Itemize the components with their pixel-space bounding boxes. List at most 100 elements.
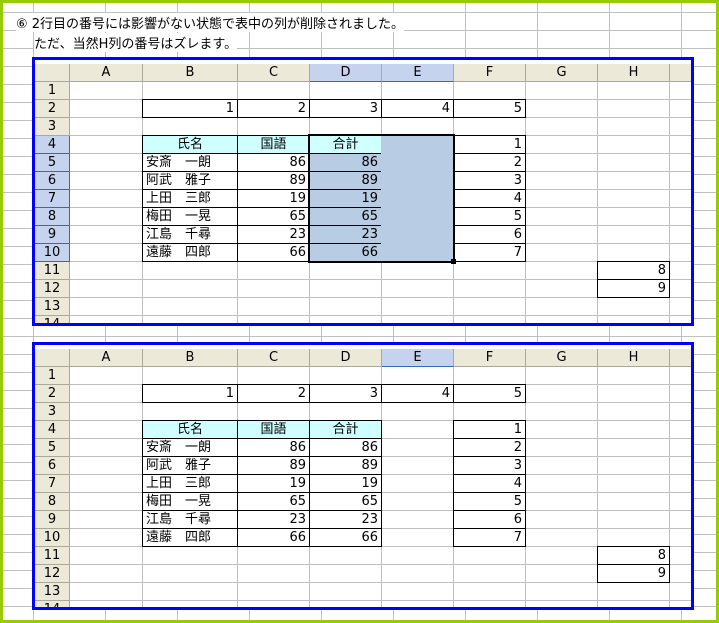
grid-cell[interactable] [382, 421, 454, 439]
row-header-6[interactable]: 6 [35, 172, 70, 190]
cell-E9[interactable] [381, 225, 454, 244]
grid-cell[interactable] [70, 601, 143, 607]
grid-cell[interactable] [143, 82, 238, 100]
cell-C10[interactable]: 66 [237, 528, 310, 547]
grid-cell[interactable] [526, 475, 598, 493]
cell-B6[interactable]: 阿武 雅子 [142, 456, 238, 475]
grid-cell[interactable] [526, 565, 598, 583]
grid-cell[interactable] [382, 298, 454, 316]
grid-cell[interactable] [526, 262, 598, 280]
cell-C9[interactable]: 23 [237, 225, 310, 244]
column-header-D[interactable]: D [310, 64, 382, 82]
cell-F7[interactable]: 4 [453, 474, 526, 493]
cell-B10[interactable]: 遠藤 四郎 [142, 528, 238, 547]
grid-cell[interactable] [670, 547, 691, 565]
cell-D10[interactable]: 66 [309, 243, 382, 262]
grid-cell[interactable] [670, 439, 691, 457]
cell-E4[interactable] [381, 135, 454, 154]
grid-cell[interactable] [598, 367, 670, 385]
grid-cell[interactable] [526, 385, 598, 403]
column-header-D[interactable]: D [310, 349, 382, 367]
cell-C7[interactable]: 19 [237, 474, 310, 493]
grid-cell[interactable] [598, 457, 670, 475]
column-header-F[interactable]: F [454, 64, 526, 82]
grid-cell[interactable] [70, 511, 143, 529]
cell-D8[interactable]: 65 [309, 207, 382, 226]
grid-cell[interactable] [70, 100, 143, 118]
cell-E10[interactable] [381, 243, 454, 262]
grid-cell[interactable] [526, 298, 598, 316]
grid-cell[interactable] [70, 529, 143, 547]
grid-cell[interactable] [70, 190, 143, 208]
row-header-2[interactable]: 2 [35, 385, 70, 403]
grid-cell[interactable] [382, 601, 454, 607]
cell-B2[interactable]: 1 [142, 384, 238, 403]
grid-cell[interactable] [143, 298, 238, 316]
grid-cell[interactable] [382, 316, 454, 323]
grid-cell[interactable] [70, 493, 143, 511]
grid-cell[interactable] [526, 439, 598, 457]
cell-D2[interactable]: 3 [309, 99, 382, 118]
grid-cell[interactable] [598, 493, 670, 511]
grid-cell[interactable] [670, 583, 691, 601]
grid-cell[interactable] [310, 298, 382, 316]
grid-cell[interactable] [670, 118, 691, 136]
grid-cell[interactable] [670, 493, 691, 511]
grid-cell[interactable] [598, 511, 670, 529]
grid-cell[interactable] [143, 280, 238, 298]
grid-cell[interactable] [70, 457, 143, 475]
cell-F9[interactable]: 6 [453, 225, 526, 244]
grid-cell[interactable] [143, 118, 238, 136]
grid-cell[interactable] [382, 475, 454, 493]
row-header-2[interactable]: 2 [35, 100, 70, 118]
grid-cell[interactable] [238, 583, 310, 601]
cell-F10[interactable]: 7 [453, 243, 526, 262]
grid-cell[interactable] [670, 367, 691, 385]
grid-cell[interactable] [598, 244, 670, 262]
grid-cell[interactable] [526, 421, 598, 439]
row-header-11[interactable]: 11 [35, 262, 70, 280]
grid-cell[interactable] [526, 190, 598, 208]
grid-cell[interactable] [670, 529, 691, 547]
cell-B10[interactable]: 遠藤 四郎 [142, 243, 238, 262]
row-header-4[interactable]: 4 [35, 136, 70, 154]
grid-cell[interactable] [454, 262, 526, 280]
column-header-next[interactable] [670, 64, 691, 82]
grid-cell[interactable] [382, 367, 454, 385]
grid-cell[interactable] [382, 547, 454, 565]
grid-cell[interactable] [70, 316, 143, 323]
grid-cell[interactable] [143, 547, 238, 565]
column-header-next[interactable] [670, 349, 691, 367]
cell-F5[interactable]: 2 [453, 438, 526, 457]
cell-D4[interactable]: 合計 [309, 135, 382, 154]
grid-cell[interactable] [526, 547, 598, 565]
grid-cell[interactable] [382, 262, 454, 280]
row-header-4[interactable]: 4 [35, 421, 70, 439]
grid-cell[interactable] [598, 529, 670, 547]
grid-cell[interactable] [382, 457, 454, 475]
grid-cell[interactable] [143, 565, 238, 583]
cell-F2[interactable]: 5 [453, 384, 526, 403]
grid-cell[interactable] [598, 475, 670, 493]
cell-D8[interactable]: 65 [309, 492, 382, 511]
grid-cell[interactable] [526, 511, 598, 529]
grid-cell[interactable] [238, 280, 310, 298]
grid-cell[interactable] [526, 136, 598, 154]
cell-D7[interactable]: 19 [309, 189, 382, 208]
grid-cell[interactable] [526, 601, 598, 607]
cell-F4[interactable]: 1 [453, 135, 526, 154]
grid-cell[interactable] [454, 298, 526, 316]
cell-F7[interactable]: 4 [453, 189, 526, 208]
grid-cell[interactable] [382, 82, 454, 100]
column-header-B[interactable]: B [143, 64, 238, 82]
grid-cell[interactable] [382, 280, 454, 298]
column-header-B[interactable]: B [143, 349, 238, 367]
grid-cell[interactable] [598, 154, 670, 172]
grid-cell[interactable] [143, 403, 238, 421]
grid-cell[interactable] [310, 547, 382, 565]
grid-cell[interactable] [670, 262, 691, 280]
cell-C2[interactable]: 2 [237, 384, 310, 403]
grid-cell[interactable] [670, 385, 691, 403]
grid-cell[interactable] [526, 118, 598, 136]
cell-H11[interactable]: 8 [597, 546, 670, 565]
